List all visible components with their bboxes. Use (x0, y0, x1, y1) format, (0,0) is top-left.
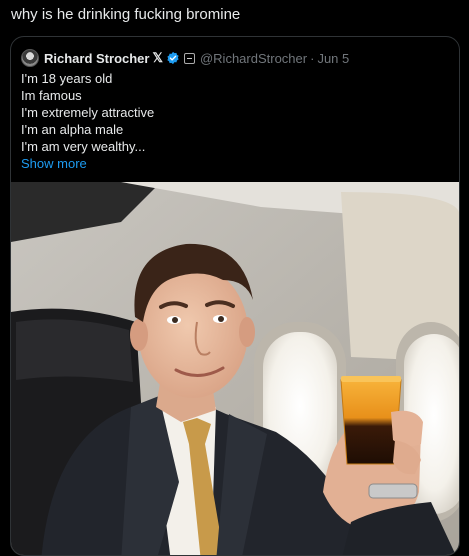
quoted-post-body: I'm 18 years old Im famous I'm extremely… (21, 70, 154, 172)
author-name[interactable]: Richard Strocher (44, 51, 149, 66)
body-line: Im famous (21, 88, 82, 103)
show-more-link[interactable]: Show more (21, 155, 154, 172)
body-line: I'm 18 years old (21, 71, 113, 86)
body-line: I'm extremely attractive (21, 105, 155, 120)
x-logo-icon: 𝕏 (152, 50, 163, 65)
body-line: I'm am very wealthy... (21, 139, 146, 154)
body-line: I'm an alpha male (21, 122, 124, 137)
author-avatar[interactable] (21, 49, 39, 67)
verified-badge-icon (166, 51, 180, 65)
quoted-post-header: Richard Strocher 𝕏 @RichardStrocher · Ju… (21, 48, 349, 68)
post-date[interactable]: Jun 5 (317, 51, 349, 66)
post-photo[interactable] (11, 182, 459, 555)
quoted-post[interactable]: Richard Strocher 𝕏 @RichardStrocher · Ju… (10, 36, 460, 556)
post-text: why is he drinking fucking bromine (11, 6, 241, 23)
author-handle[interactable]: @RichardStrocher (200, 51, 307, 66)
affiliate-badge-icon (183, 52, 195, 64)
separator-dot: · (310, 50, 315, 66)
